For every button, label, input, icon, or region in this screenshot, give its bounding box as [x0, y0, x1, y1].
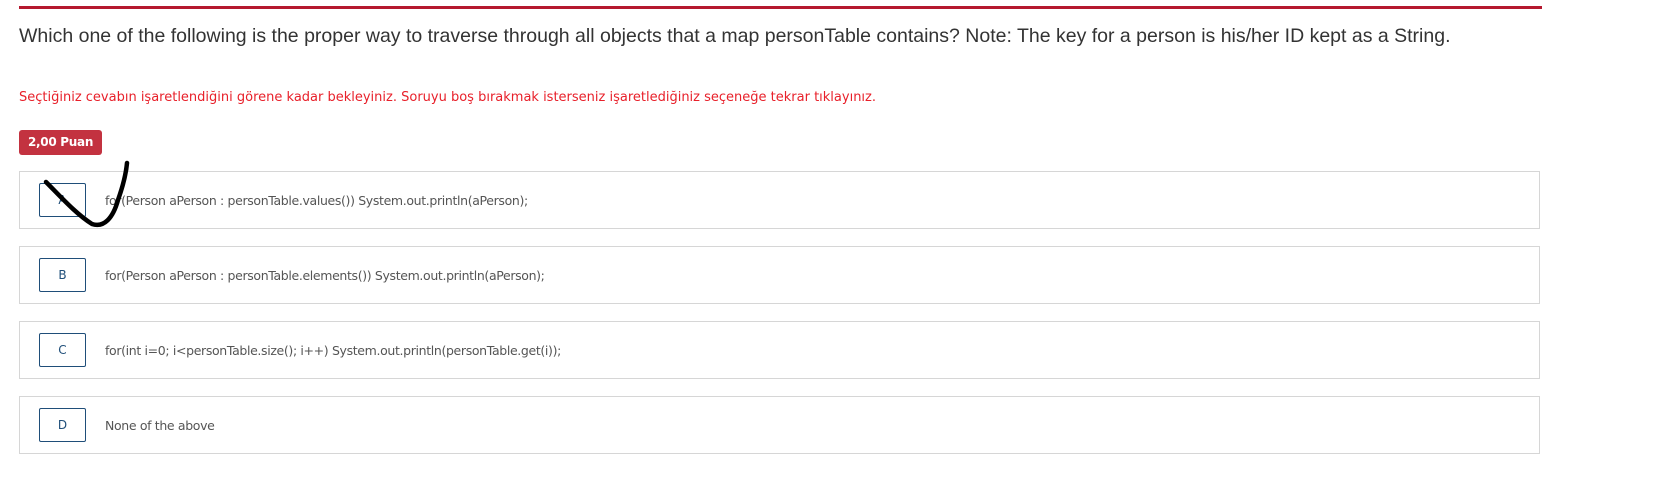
points-badge: 2,00 Puan — [19, 130, 103, 155]
option-d-letter[interactable]: D — [39, 408, 86, 442]
option-a-text: for(Person aPerson : personTable.values(… — [105, 193, 528, 208]
option-c-letter[interactable]: C — [39, 333, 86, 367]
top-divider — [19, 6, 1542, 9]
option-b-letter[interactable]: B — [39, 258, 86, 292]
question-text: Which one of the following is the proper… — [19, 25, 1451, 47]
option-b[interactable]: B for(Person aPerson : personTable.eleme… — [19, 246, 1540, 304]
option-d-text: None of the above — [105, 418, 215, 433]
option-d[interactable]: D None of the above — [19, 396, 1540, 454]
selection-warning: Seçtiğiniz cevabın işaretlendiğini gören… — [19, 90, 876, 105]
option-c-text: for(int i=0; i<personTable.size(); i++) … — [105, 343, 561, 358]
option-a-letter[interactable]: A — [39, 183, 86, 217]
option-b-text: for(Person aPerson : personTable.element… — [105, 268, 545, 283]
option-c[interactable]: C for(int i=0; i<personTable.size(); i++… — [19, 321, 1540, 379]
option-a[interactable]: A for(Person aPerson : personTable.value… — [19, 171, 1540, 229]
